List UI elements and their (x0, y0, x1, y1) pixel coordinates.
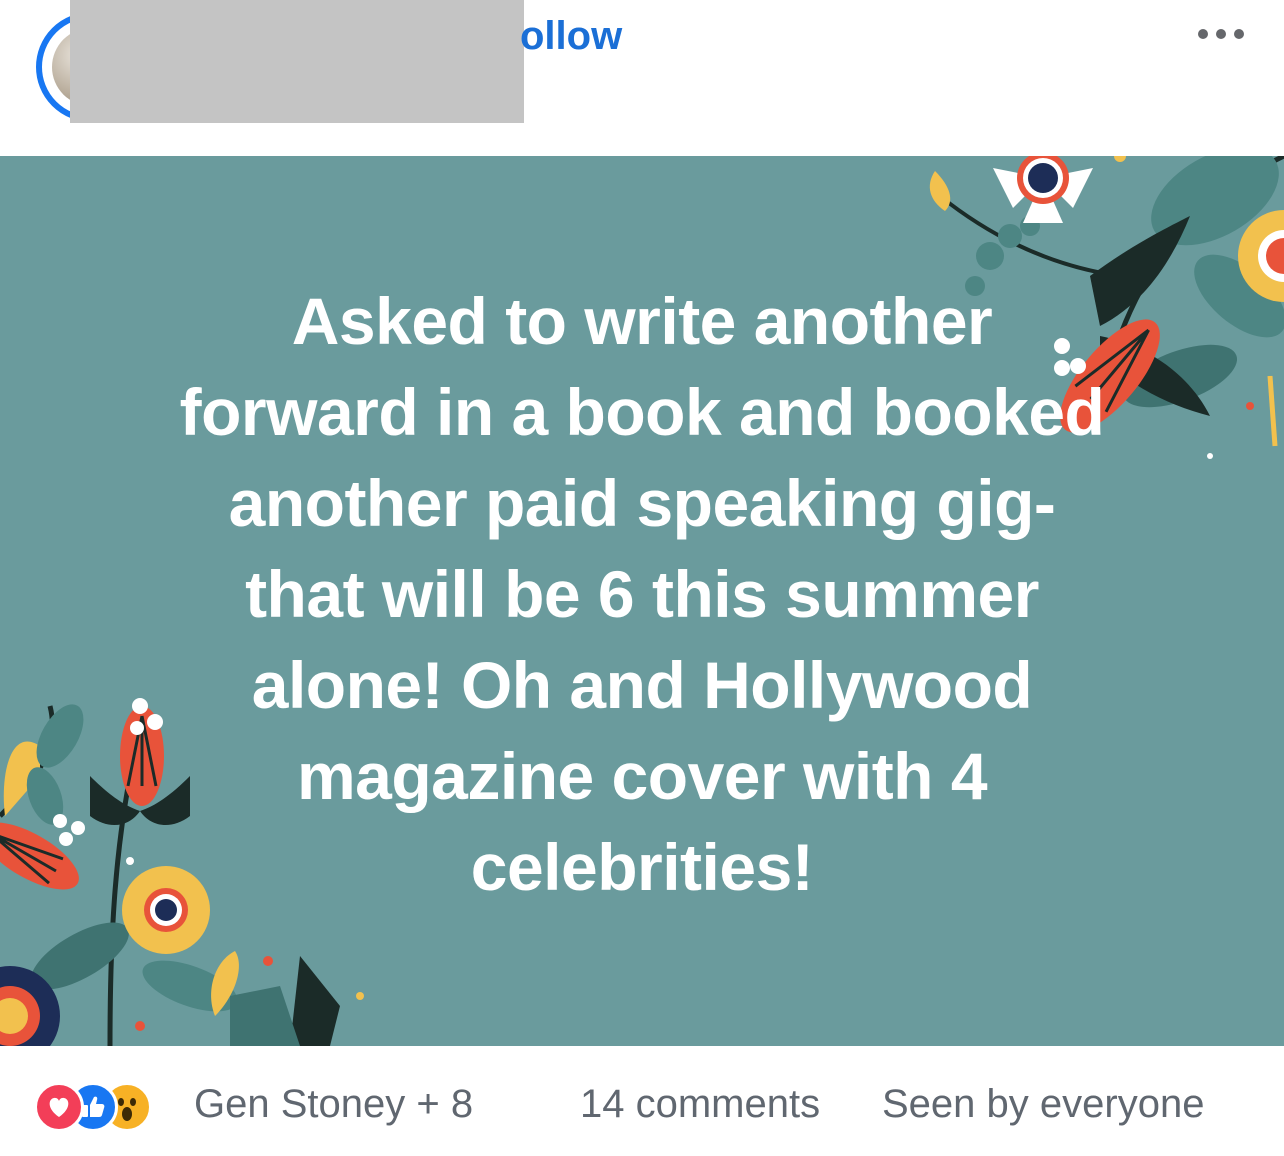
follow-button[interactable]: ollow (520, 14, 622, 59)
post-background-card[interactable]: Asked to write another forward in a book… (0, 156, 1284, 1046)
dot (1216, 29, 1226, 39)
dot (1198, 29, 1208, 39)
post-status-text: Asked to write another forward in a book… (179, 284, 1105, 904)
post-footer: Gen Stoney + 8 14 comments Seen by every… (0, 1046, 1284, 1156)
comments-count[interactable]: 14 comments (580, 1082, 820, 1127)
reaction-icons[interactable] (34, 1082, 184, 1132)
more-options-icon[interactable] (1188, 14, 1254, 54)
seen-by-label[interactable]: Seen by everyone (882, 1082, 1204, 1127)
love-icon (34, 1082, 84, 1132)
post-header: ollow (0, 0, 1284, 156)
redacted-name-block (70, 0, 524, 123)
dot (1234, 29, 1244, 39)
reaction-names[interactable]: Gen Stoney + 8 (194, 1082, 473, 1127)
